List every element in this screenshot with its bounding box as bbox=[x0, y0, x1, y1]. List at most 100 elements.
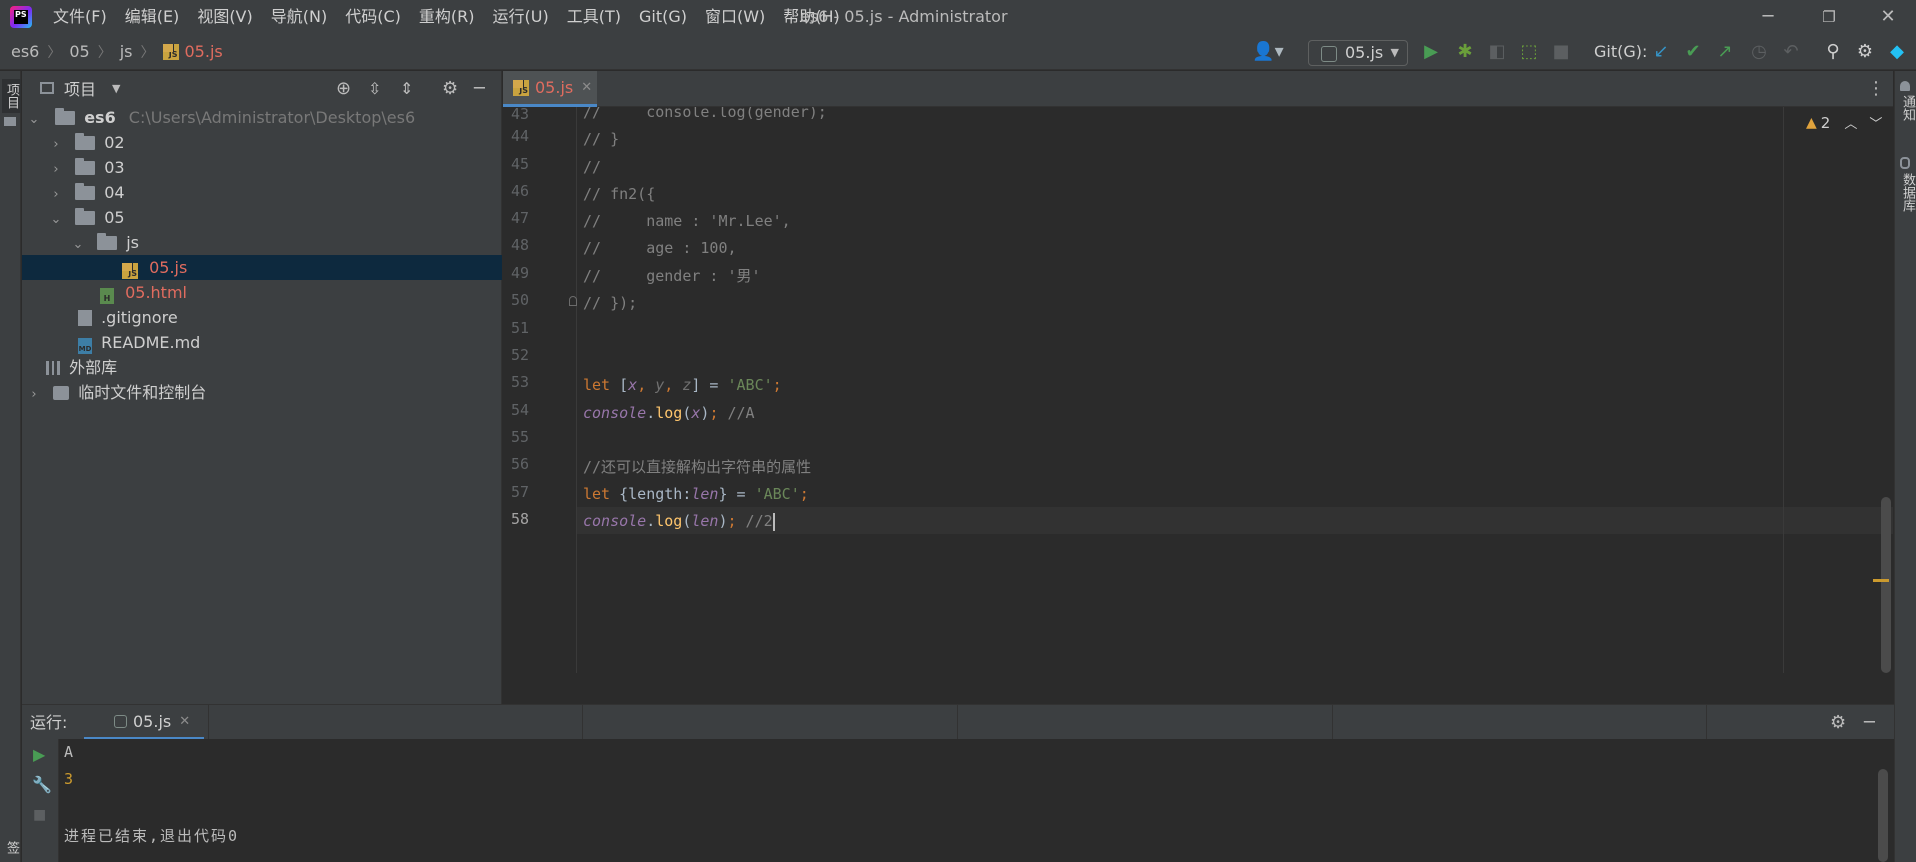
line-number: 54 bbox=[510, 401, 529, 419]
warning-stripe-marker[interactable] bbox=[1873, 579, 1889, 582]
code-line-56: //还可以直接解构出字符串的属性 bbox=[583, 458, 812, 476]
breadcrumb-es6[interactable]: es6 bbox=[11, 42, 39, 61]
markdown-file-icon: MD bbox=[78, 338, 92, 354]
database-tool-button[interactable]: 数据库 bbox=[1898, 173, 1916, 212]
stop-icon[interactable]: ■ bbox=[1548, 34, 1574, 70]
menu-file[interactable]: 文件(F) bbox=[44, 0, 116, 34]
editor-tab-05-js[interactable]: JS 05.js ✕ bbox=[503, 71, 597, 107]
tree-item-05-html[interactable]: H 05.html bbox=[22, 280, 502, 305]
notifications-tool-button[interactable]: 通知 bbox=[1898, 95, 1916, 121]
git-push-icon[interactable]: ↗ bbox=[1712, 34, 1738, 70]
breadcrumb-05[interactable]: 05 bbox=[69, 42, 89, 61]
chevron-down-icon: ▼ bbox=[1390, 46, 1399, 59]
code-with-me-icon[interactable]: ◆ bbox=[1884, 34, 1910, 70]
settings-icon[interactable]: ⚙ bbox=[1830, 705, 1846, 740]
project-tool-button[interactable]: 项目 bbox=[2, 79, 21, 113]
breadcrumb-js[interactable]: js bbox=[120, 42, 133, 61]
scratches-icon bbox=[53, 386, 70, 400]
folder-icon bbox=[55, 108, 76, 125]
code-line-50: // }); bbox=[583, 294, 638, 312]
menu-navigate[interactable]: 导航(N) bbox=[262, 0, 336, 34]
chevron-right-icon[interactable]: › bbox=[48, 132, 64, 157]
hide-panel-icon[interactable]: ─ bbox=[474, 78, 485, 99]
run-tab-05-js[interactable]: 05.js ✕ bbox=[84, 705, 204, 740]
tree-item-05-js[interactable]: JS 05.js bbox=[22, 255, 502, 280]
js-file-icon: JS bbox=[162, 43, 179, 60]
line-number: 53 bbox=[510, 373, 529, 391]
menu-edit[interactable]: 编辑(E) bbox=[116, 0, 189, 34]
git-rollback-icon[interactable]: ↶ bbox=[1778, 34, 1804, 70]
debug-icon[interactable]: ✱ bbox=[1452, 34, 1478, 70]
tree-item-scratches[interactable]: › 临时文件和控制台 bbox=[22, 380, 502, 405]
run-console[interactable]: ▶ 🔧 ■ A 3 进程已结束,退出代码0 bbox=[22, 739, 1894, 862]
git-update-icon[interactable]: ↙ bbox=[1648, 34, 1674, 70]
menu-tools[interactable]: 工具(T) bbox=[558, 0, 630, 34]
close-tab-icon[interactable]: ✕ bbox=[179, 714, 190, 729]
console-scrollbar[interactable] bbox=[1878, 769, 1888, 862]
chevron-down-icon[interactable]: ▼ bbox=[112, 82, 120, 95]
chevron-right-icon[interactable]: › bbox=[26, 382, 42, 407]
breadcrumb-05-js[interactable]: 05.js bbox=[185, 42, 223, 61]
tree-item-02[interactable]: › 02 bbox=[22, 130, 502, 155]
tree-item-04[interactable]: › 04 bbox=[22, 180, 502, 205]
settings-icon[interactable]: ⚙ bbox=[1852, 34, 1878, 70]
js-file-icon: JS bbox=[513, 79, 529, 96]
more-options-icon[interactable]: ⋮ bbox=[1867, 71, 1885, 107]
wrench-icon[interactable]: 🔧 bbox=[32, 775, 52, 794]
code-editor[interactable]: 43 44 45 46 47 48 49 50 51 52 53 54 55 5… bbox=[503, 107, 1893, 673]
code-line-49: // gender : '男' bbox=[583, 267, 761, 285]
run-icon[interactable]: ▶ bbox=[1418, 34, 1444, 70]
menu-view[interactable]: 视图(V) bbox=[188, 0, 261, 34]
hide-panel-icon[interactable]: ─ bbox=[1864, 705, 1875, 740]
locate-icon[interactable]: ⊕ bbox=[336, 78, 351, 99]
tree-item-external-libraries[interactable]: 外部库 bbox=[22, 355, 502, 380]
breadcrumb: es6 〉 05 〉 js 〉 JS 05.js bbox=[0, 42, 223, 62]
coverage-icon[interactable]: ◧ bbox=[1484, 34, 1510, 70]
tree-item-03[interactable]: › 03 bbox=[22, 155, 502, 180]
editor-scrollbar[interactable] bbox=[1881, 497, 1891, 673]
app-logo-icon[interactable]: PS bbox=[10, 6, 32, 28]
chevron-right-icon[interactable]: › bbox=[48, 157, 64, 182]
git-commit-icon[interactable]: ✔ bbox=[1680, 34, 1706, 70]
stop-icon[interactable]: ■ bbox=[33, 807, 46, 823]
tree-item-js[interactable]: ⌄ js bbox=[22, 230, 502, 255]
chevron-right-icon[interactable]: › bbox=[48, 182, 64, 207]
chevron-down-icon[interactable]: ﹀ bbox=[1869, 113, 1882, 132]
tree-item-readme[interactable]: MD README.md bbox=[22, 330, 502, 355]
code-line-46: // fn2({ bbox=[583, 185, 656, 203]
profiler-icon[interactable]: ⬚ bbox=[1516, 34, 1542, 70]
menu-code[interactable]: 代码(C) bbox=[336, 0, 410, 34]
chevron-up-icon[interactable]: ︿ bbox=[1844, 113, 1857, 132]
close-tab-icon[interactable]: ✕ bbox=[581, 80, 592, 95]
run-configuration-select[interactable]: 05.js ▼ bbox=[1308, 40, 1408, 66]
menu-run[interactable]: 运行(U) bbox=[484, 0, 558, 34]
js-file-icon: JS bbox=[122, 263, 138, 279]
run-toolbar: ▶ 🔧 ■ bbox=[22, 739, 59, 862]
tree-root[interactable]: ⌄ es6 C:\Users\Administrator\Desktop\es6 bbox=[22, 105, 502, 130]
search-icon[interactable]: ⚲ bbox=[1820, 34, 1846, 70]
rerun-icon[interactable]: ▶ bbox=[33, 745, 45, 764]
minimize-button[interactable]: ─ bbox=[1740, 0, 1796, 34]
editor-tab-label: 05.js bbox=[535, 78, 574, 97]
menu-git[interactable]: Git(G) bbox=[630, 0, 696, 34]
chevron-down-icon[interactable]: ⌄ bbox=[70, 232, 86, 257]
collapse-all-icon[interactable]: ⇕ bbox=[400, 79, 413, 98]
chevron-down-icon[interactable]: ⌄ bbox=[48, 207, 64, 232]
line-number: 49 bbox=[510, 264, 529, 282]
inspection-widget[interactable]: ▲ 2 ︿ ﹀ bbox=[1806, 113, 1882, 133]
menu-refactor[interactable]: 重构(R) bbox=[410, 0, 484, 34]
git-history-icon[interactable]: ◷ bbox=[1746, 34, 1772, 70]
restore-button[interactable]: ❐ bbox=[1801, 0, 1857, 34]
tree-item-gitignore[interactable]: .gitignore bbox=[22, 305, 502, 330]
chevron-down-icon[interactable]: ⌄ bbox=[26, 107, 42, 132]
settings-icon[interactable]: ⚙ bbox=[442, 78, 458, 99]
user-icon[interactable]: 👤▾ bbox=[1250, 34, 1286, 70]
close-button[interactable]: ✕ bbox=[1860, 0, 1916, 34]
folder-icon bbox=[97, 233, 118, 250]
expand-all-icon[interactable]: ⇳ bbox=[368, 79, 381, 98]
menu-window[interactable]: 窗口(W) bbox=[696, 0, 774, 34]
tree-item-05[interactable]: ⌄ 05 bbox=[22, 205, 502, 230]
project-panel-title[interactable]: 项目 bbox=[64, 76, 96, 100]
tree-item-label: 05.html bbox=[125, 283, 187, 302]
project-panel-header: 项目 ▼ ⊕ ⇳ ⇕ ⚙ ─ bbox=[22, 71, 502, 105]
